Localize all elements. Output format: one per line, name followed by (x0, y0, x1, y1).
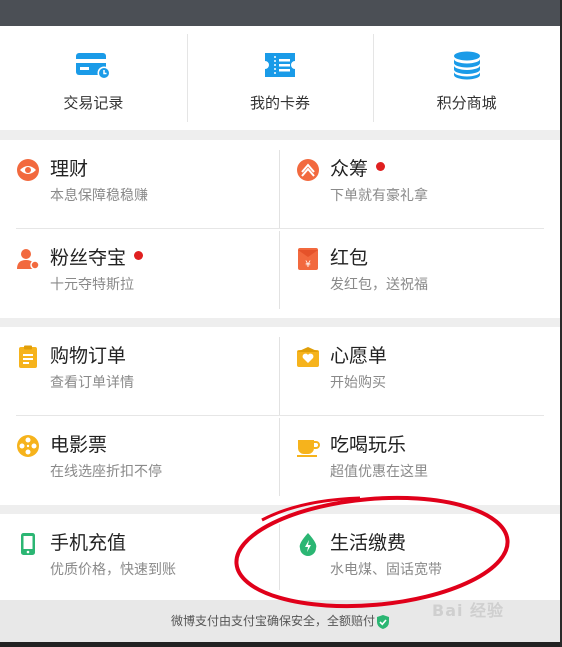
service-subtitle: 水电煤、固话宽带 (330, 562, 442, 578)
service-subtitle: 下单就有豪礼拿 (330, 188, 428, 204)
service-title: 红包 (330, 247, 369, 269)
service-title: 电影票 (50, 434, 108, 456)
watermark: Bai 经验 (432, 601, 505, 620)
red-packet-icon: ¥ (298, 248, 318, 270)
service-title: 众筹 (330, 154, 386, 181)
service-fans-lottery[interactable]: 粉丝夺宝 十元夺特斯拉 (0, 229, 280, 318)
service-finance[interactable]: 理财 本息保障稳稳赚 (0, 140, 280, 228)
service-subtitle: 本息保障稳稳赚 (50, 188, 148, 204)
service-subtitle: 查看订单详情 (50, 375, 134, 391)
service-orders[interactable]: 购物订单 查看订单详情 (0, 327, 280, 415)
service-title: 粉丝夺宝 (50, 243, 144, 270)
service-movie[interactable]: 电影票 在线选座折扣不停 (0, 416, 280, 505)
crowdfund-icon (297, 159, 319, 181)
service-title: 吃喝玩乐 (330, 434, 407, 456)
shortcut-coupons[interactable]: 我的卡券 (186, 26, 374, 130)
clipboard-icon (19, 345, 37, 368)
shield-check-icon (377, 614, 389, 629)
service-title: 心愿单 (330, 345, 388, 367)
service-title: 手机充值 (50, 532, 127, 554)
heart-box-icon (297, 347, 319, 367)
water-drop-icon (299, 533, 317, 556)
shortcut-bar: 交易记录 我的卡券 积分商城 (0, 26, 560, 130)
service-title-text: 粉丝夺宝 (50, 247, 127, 269)
divider (279, 524, 280, 590)
finance-section: 理财 本息保障稳稳赚 众筹 下单就有豪礼拿 粉丝夺宝 十元夺特斯拉 ¥ 红包 发… (0, 140, 560, 318)
person-icon (17, 249, 40, 270)
phone-icon (21, 533, 35, 555)
service-subtitle: 发红包，送祝福 (330, 277, 428, 293)
shortcut-label: 积分商城 (436, 94, 497, 112)
service-title: 理财 (50, 158, 89, 180)
service-food-fun[interactable]: 吃喝玩乐 超值优惠在这里 (280, 416, 560, 505)
card-clock-icon (76, 53, 111, 80)
shopping-section: 购物订单 查看订单详情 心愿单 开始购买 电影票 在线选座折扣不停 吃喝玩乐 超… (0, 327, 560, 505)
service-wishlist[interactable]: 心愿单 开始购买 (280, 327, 560, 415)
ticket-icon (265, 53, 295, 77)
divider (279, 231, 280, 309)
film-reel-icon (17, 435, 39, 457)
status-bar (0, 0, 560, 26)
shortcut-label: 我的卡券 (250, 94, 311, 112)
shortcut-label: 交易记录 (63, 94, 124, 112)
svg-text:¥: ¥ (305, 260, 311, 270)
service-crowdfund[interactable]: 众筹 下单就有豪礼拿 (280, 140, 560, 228)
bottom-bar (0, 642, 562, 647)
service-utilities[interactable]: 生活缴费 水电煤、固话宽带 (280, 514, 560, 600)
payments-section: 手机充值 优质价格，快速到账 生活缴费 水电煤、固话宽带 (0, 514, 560, 600)
divider (279, 337, 280, 415)
service-subtitle: 十元夺特斯拉 (50, 277, 134, 293)
cup-icon (297, 440, 320, 457)
service-title: 购物订单 (50, 345, 127, 367)
shortcut-points-mall[interactable]: 积分商城 (373, 26, 560, 130)
divider (279, 418, 280, 496)
notification-dot (376, 162, 386, 171)
service-phone-topup[interactable]: 手机充值 优质价格，快速到账 (0, 514, 280, 600)
coin-stack-icon (453, 51, 480, 80)
service-subtitle: 在线选座折扣不停 (50, 464, 162, 480)
service-subtitle: 优质价格，快速到账 (50, 562, 176, 578)
service-subtitle: 超值优惠在这里 (330, 464, 428, 480)
service-red-packet[interactable]: ¥ 红包 发红包，送祝福 (280, 229, 560, 318)
service-title-text: 众筹 (330, 158, 369, 180)
service-title: 生活缴费 (330, 532, 407, 554)
footer-text: 微博支付由支付宝确保安全，全额赔付 (170, 614, 375, 628)
eye-icon (17, 159, 39, 181)
shortcut-transactions[interactable]: 交易记录 (0, 26, 187, 130)
service-subtitle: 开始购买 (330, 375, 386, 391)
divider (279, 150, 280, 228)
notification-dot (134, 251, 144, 260)
